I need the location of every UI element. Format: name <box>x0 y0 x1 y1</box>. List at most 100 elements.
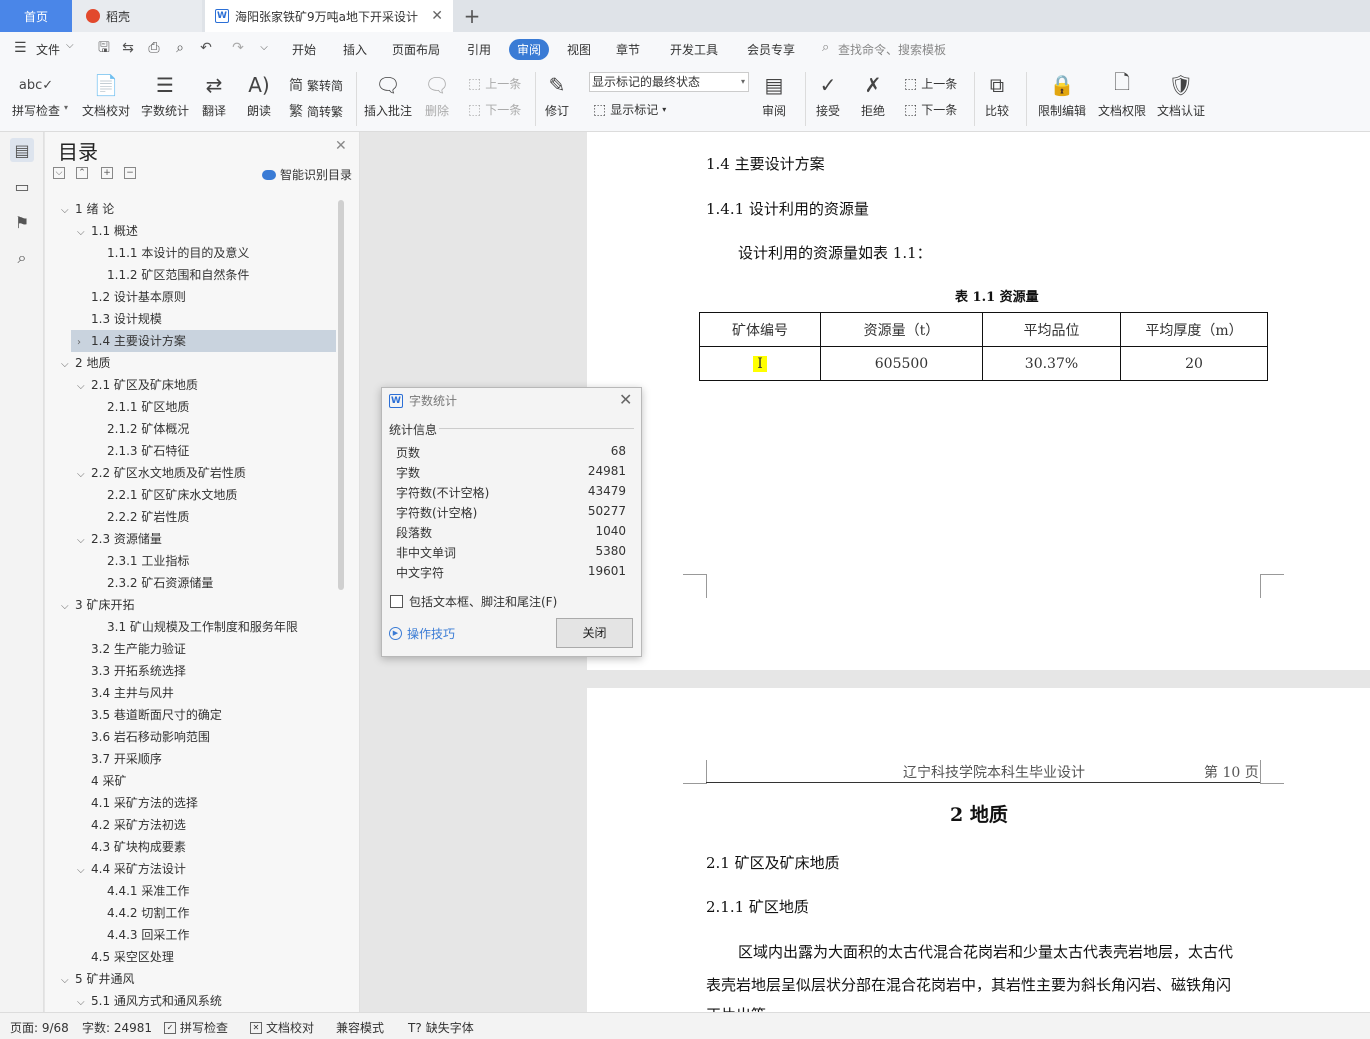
chevron-down-icon[interactable]: ⌵ <box>77 992 91 1014</box>
restrict-editing-button[interactable]: 🔒 限制编辑 <box>1038 72 1086 119</box>
menu-view[interactable]: 视图 <box>567 41 591 58</box>
review-pane-button[interactable]: ▤ 审阅 <box>760 72 788 119</box>
delete-comment-button[interactable]: 🗨 删除 <box>423 72 451 119</box>
table-cell[interactable]: 605500 <box>820 346 983 381</box>
toc-item[interactable]: ⌵ 1.1 概述 <box>55 220 336 242</box>
chevron-down-icon[interactable]: ⌵ <box>77 860 91 882</box>
hamburger-icon[interactable]: ☰ <box>14 40 27 56</box>
toc-item[interactable]: 1.3 设计规模 <box>55 308 336 330</box>
toc-item[interactable]: ⌵ 3 矿床开拓 <box>55 594 336 616</box>
bookmark-icon[interactable]: ⚑ <box>10 210 34 234</box>
markup-state-select[interactable]: 显示标记的最终状态 ▾ <box>589 72 749 92</box>
toc-item[interactable]: 4 采矿 <box>55 770 336 792</box>
menu-insert[interactable]: 插入 <box>343 41 367 58</box>
toc-item[interactable]: 2.1.3 矿石特征 <box>55 440 336 462</box>
doc-check-button[interactable]: 📄 文档校对 <box>82 72 130 119</box>
toc-item[interactable]: 4.2 采矿方法初选 <box>55 814 336 836</box>
tab-home[interactable]: 首页 <box>0 0 72 32</box>
doc-certify-button[interactable]: 🛡 文档认证 <box>1157 72 1205 119</box>
close-icon[interactable]: ✕ <box>335 138 347 154</box>
table-cell[interactable]: 30.37% <box>982 346 1121 381</box>
toc-item[interactable]: 3.7 开采顺序 <box>55 748 336 770</box>
print-preview-icon[interactable]: ⌕ <box>172 40 188 56</box>
toc-item[interactable]: ⌵ 2.2 矿区水文地质及矿岩性质 <box>55 462 336 484</box>
table-cell[interactable]: Ⅰ <box>699 346 821 381</box>
prev-change-button[interactable]: ⬚ 上一条 <box>904 75 957 92</box>
toc-item[interactable]: 2.1.1 矿区地质 <box>55 396 336 418</box>
toc-scrollbar[interactable] <box>338 200 344 590</box>
toc-item[interactable]: ⌵ 2 地质 <box>55 352 336 374</box>
undo-icon[interactable]: ↶ <box>198 40 214 56</box>
toc-item[interactable]: ⌵ 4.4 采矿方法设计 <box>55 858 336 880</box>
toc-item[interactable]: ⌵ 5.1 通风方式和通风系统 <box>55 990 336 1012</box>
close-icon[interactable]: ✕ <box>619 390 632 409</box>
chevron-down-icon[interactable]: ⌵ <box>77 464 91 486</box>
save-icon[interactable]: 🖫 <box>96 40 112 56</box>
translate-button[interactable]: ⇄ 翻译 <box>200 72 228 119</box>
toc-item[interactable]: 3.3 开拓系统选择 <box>55 660 336 682</box>
toc-item[interactable]: ⌵ 1 绪 论 <box>55 198 336 220</box>
toc-item[interactable]: › 1.4 主要设计方案 <box>71 330 336 352</box>
menu-chapter[interactable]: 章节 <box>616 41 640 58</box>
spellcheck-status[interactable]: ✓ 拼写检查 <box>164 1019 228 1036</box>
tips-link[interactable]: ▶ 操作技巧 <box>389 625 455 642</box>
menu-developer[interactable]: 开发工具 <box>670 41 718 58</box>
toc-item[interactable]: 4.3 矿块构成要素 <box>55 836 336 858</box>
doc-permission-button[interactable]: 🗋 文档权限 <box>1098 70 1146 119</box>
page-indicator[interactable]: 页面: 9/68 <box>10 1019 69 1036</box>
menu-review[interactable]: 审阅 <box>509 39 550 60</box>
tab-document[interactable]: W 海阳张家铁矿9万吨a地下开采设计 ✕ <box>205 0 453 32</box>
compare-button[interactable]: ⧉ 比较 <box>983 72 1011 119</box>
chevron-down-icon[interactable]: ⌵ <box>77 530 91 552</box>
spellcheck-dropdown-icon[interactable]: ▾ <box>64 103 68 112</box>
redo-icon[interactable]: ↷ <box>230 40 246 56</box>
close-button[interactable]: 关闭 <box>556 618 633 648</box>
toc-item[interactable]: 2.2.1 矿区矿床水文地质 <box>55 484 336 506</box>
toc-item[interactable]: 4.4.3 回采工作 <box>55 924 336 946</box>
toc-panel-icon[interactable]: ▤ <box>10 138 34 162</box>
toc-item[interactable]: 2.2.2 矿岩性质 <box>55 506 336 528</box>
print-icon[interactable]: ⎙ <box>146 40 162 56</box>
search-icon[interactable]: ⌕ <box>10 246 34 270</box>
chevron-down-icon[interactable]: ⌵ <box>61 970 75 992</box>
search-command-input[interactable]: 查找命令、搜索模板 <box>838 41 946 58</box>
chevron-down-icon[interactable]: ⌵ <box>77 222 91 244</box>
toc-item[interactable]: 3.4 主井与风井 <box>55 682 336 704</box>
toc-item[interactable]: 2.3.2 矿石资源储量 <box>55 572 336 594</box>
toc-item[interactable]: ⌵ 5 矿井通风 <box>55 968 336 990</box>
next-comment-button[interactable]: ⬚ 下一条 <box>468 101 521 118</box>
revise-button[interactable]: ✎ 修订 <box>543 72 571 119</box>
table-cell[interactable]: 20 <box>1120 346 1268 381</box>
doccheck-status[interactable]: ✕ 文档校对 <box>250 1019 314 1036</box>
toc-item[interactable]: 4.5 采空区处理 <box>55 946 336 968</box>
chevron-down-icon[interactable]: ⌵ <box>61 596 75 618</box>
toc-item[interactable]: 4.4.1 采准工作 <box>55 880 336 902</box>
toc-item[interactable]: ⌵ 2.3 资源储量 <box>55 528 336 550</box>
collapse-all-icon[interactable]: ⌵ <box>53 167 65 179</box>
toc-item[interactable]: 2.3.1 工业指标 <box>55 550 336 572</box>
simp-to-trad-button[interactable]: 繁简转繁 <box>289 101 343 121</box>
spellcheck-button[interactable]: abc✓ 拼写检查 <box>12 72 60 119</box>
toc-item[interactable]: 1.2 设计基本原则 <box>55 286 336 308</box>
toc-item[interactable]: 3.6 岩石移动影响范围 <box>55 726 336 748</box>
toc-item[interactable]: 3.2 生产能力验证 <box>55 638 336 660</box>
reject-button[interactable]: ✗ 拒绝 <box>859 72 887 119</box>
word-count-button[interactable]: ☰ 字数统计 <box>141 72 189 119</box>
chapter-nav-icon[interactable]: ▭ <box>10 174 34 198</box>
chevron-down-icon[interactable]: ⌵ <box>61 354 75 376</box>
trad-to-simp-button[interactable]: 简繁转简 <box>289 75 343 95</box>
toc-item[interactable]: 1.1.2 矿区范围和自然条件 <box>55 264 336 286</box>
share-icon[interactable]: ⇆ <box>120 40 136 56</box>
add-heading-icon[interactable]: + <box>101 167 113 179</box>
toc-item[interactable]: 3.1 矿山规模及工作制度和服务年限 <box>55 616 336 638</box>
smart-toc-button[interactable]: 智能识别目录 <box>262 166 352 183</box>
next-change-button[interactable]: ⬚ 下一条 <box>904 101 957 118</box>
toc-item[interactable]: 4.1 采矿方法的选择 <box>55 792 336 814</box>
menu-page-layout[interactable]: 页面布局 <box>392 41 440 58</box>
chevron-down-icon[interactable]: ⌵ <box>66 40 74 51</box>
toc-item[interactable]: 3.5 巷道断面尺寸的确定 <box>55 704 336 726</box>
menu-member[interactable]: 会员专享 <box>747 41 795 58</box>
chevron-down-icon[interactable]: ⌵ <box>61 200 75 222</box>
close-tab-icon[interactable]: ✕ <box>431 8 443 24</box>
word-count-indicator[interactable]: 字数: 24981 <box>82 1019 152 1036</box>
